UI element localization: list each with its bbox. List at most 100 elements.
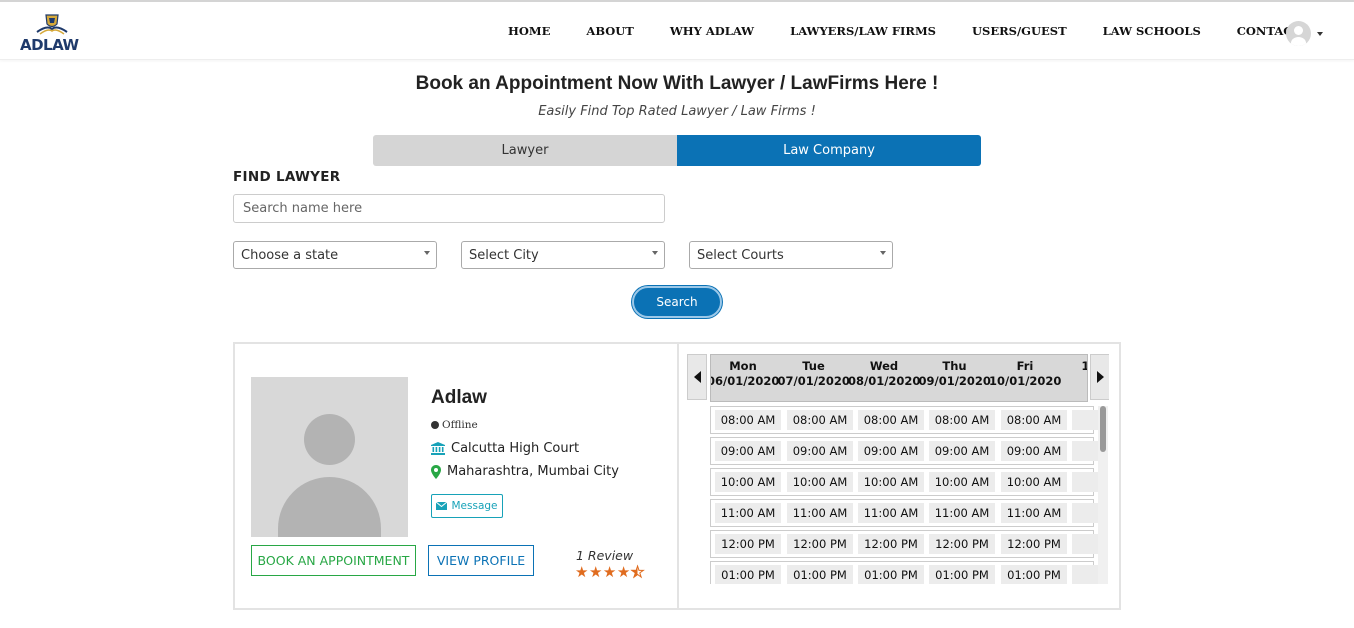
time-slot[interactable]: 12:00 PM [929, 534, 995, 554]
time-slot[interactable]: 01:00 PM [929, 565, 995, 584]
message-label: Message [451, 500, 498, 512]
nav-lawyers-law-firms[interactable]: LAWYERS/LAW FIRMS [790, 24, 936, 38]
find-lawyer-heading: FIND LAWYER [233, 169, 341, 185]
calendar-day-name: Fri [1016, 359, 1034, 373]
time-slot[interactable]: 10:00 AM [929, 472, 995, 492]
calendar-day-header: Tue 07/01/2020 [778, 359, 850, 389]
state-select[interactable]: Choose a state [233, 241, 437, 269]
time-slot[interactable]: 08 [1072, 410, 1098, 430]
time-slot-row: 11:00 AM 11:00 AM 11:00 AM 11:00 AM 11:00 AM… [710, 499, 1098, 527]
nav-why-adlaw[interactable]: WHY ADLAW [670, 24, 754, 38]
search-name-input[interactable] [233, 194, 665, 223]
time-slot[interactable]: 11:00 AM [1001, 503, 1067, 523]
time-slots-scrollbar[interactable] [1098, 406, 1108, 584]
time-slot[interactable]: 11:00 AM [929, 503, 995, 523]
map-marker-icon [431, 464, 441, 479]
calendar-day-date: 08/01/2020 [848, 374, 921, 388]
star-icon: ★ [575, 563, 589, 581]
time-slot[interactable]: 11:00 AM [715, 503, 781, 523]
calendar-day-header: Wed 08/01/2020 [848, 359, 920, 389]
time-slot[interactable]: 08:00 AM [929, 410, 995, 430]
city-select-value: Select City [469, 247, 539, 263]
calendar-prev-button[interactable] [687, 354, 707, 400]
court-text: Calcutta High Court [451, 441, 580, 456]
time-slot[interactable]: 12:00 PM [858, 534, 924, 554]
calendar-day-date: 09/01/2020 [918, 374, 991, 388]
calendar-day-header: Thu 09/01/2020 [919, 359, 991, 389]
location-text: Maharashtra, Mumbai City [447, 464, 619, 479]
time-slot[interactable]: 09:00 AM [858, 441, 924, 461]
time-slot[interactable]: 10 [1072, 472, 1098, 492]
nav-users-guest[interactable]: USERS/GUEST [972, 24, 1067, 38]
appointment-calendar: Mon 06/01/2020 Tue 07/01/2020 Wed 08/01/2020 T… [687, 354, 1109, 584]
time-slot[interactable]: 12:00 PM [715, 534, 781, 554]
time-slot[interactable]: 01:00 PM [858, 565, 924, 584]
status-indicator: Offline [431, 419, 478, 431]
scroll-thumb[interactable] [1100, 406, 1106, 452]
adlaw-logo[interactable]: ADLAW [20, 12, 84, 54]
time-slot[interactable]: 08:00 AM [715, 410, 781, 430]
time-slot[interactable]: 01:00 PM [715, 565, 781, 584]
time-slot[interactable]: 09 [1072, 441, 1098, 461]
chevron-down-icon [424, 251, 430, 255]
photo-placeholder-body [278, 477, 381, 537]
calendar-day-header: 11/0 [1060, 359, 1087, 374]
time-slot[interactable]: 12 [1072, 534, 1098, 554]
calendar-next-button[interactable] [1090, 354, 1109, 400]
courts-select-value: Select Courts [697, 247, 784, 263]
time-slot-row: 12:00 PM 12:00 PM 12:00 PM 12:00 PM 12:00 PM… [710, 530, 1098, 558]
search-button[interactable]: Search [632, 286, 722, 318]
city-select[interactable]: Select City [461, 241, 665, 269]
time-slot[interactable]: 11:00 AM [787, 503, 853, 523]
time-slot[interactable]: 10:00 AM [787, 472, 853, 492]
calendar-day-name: Thu [942, 359, 967, 373]
user-menu[interactable] [1286, 21, 1323, 46]
view-profile-button[interactable]: VIEW PROFILE [428, 545, 534, 576]
lawyer-name: Adlaw [431, 387, 487, 408]
photo-placeholder-head [304, 414, 355, 465]
envelope-icon [436, 502, 448, 510]
message-button[interactable]: Message [431, 494, 503, 518]
time-slot[interactable]: 01:00 PM [1001, 565, 1067, 584]
time-slot[interactable]: 12:00 PM [1001, 534, 1067, 554]
lawyer-photo [251, 377, 408, 537]
book-appointment-button[interactable]: BOOK AN APPOINTMENT [251, 545, 416, 576]
logo-text: ADLAW [20, 36, 79, 54]
time-slot[interactable]: 11:00 AM [858, 503, 924, 523]
rating-stars: ★ ★ ★ ★ ★ [575, 563, 645, 581]
calendar-day-name: Mon [729, 359, 757, 373]
nav-home[interactable]: HOME [508, 24, 550, 38]
star-icon: ★ [602, 563, 617, 581]
time-slot[interactable]: 09:00 AM [715, 441, 781, 461]
chevron-down-icon [880, 251, 886, 255]
nav-about[interactable]: ABOUT [586, 24, 633, 38]
time-slot[interactable]: 08:00 AM [858, 410, 924, 430]
time-slot[interactable]: 12:00 PM [787, 534, 853, 554]
main-nav: HOME ABOUT WHY ADLAW LAWYERS/LAW FIRMS U… [490, 2, 1319, 60]
status-dot-icon [431, 421, 439, 429]
time-slot[interactable]: 08:00 AM [1001, 410, 1067, 430]
time-slot[interactable]: 09:00 AM [787, 441, 853, 461]
bank-icon [431, 442, 445, 455]
time-slot[interactable]: 10:00 AM [858, 472, 924, 492]
location-row: Maharashtra, Mumbai City [431, 464, 619, 479]
time-slot[interactable]: 10:00 AM [715, 472, 781, 492]
time-slot-row: 09:00 AM 09:00 AM 09:00 AM 09:00 AM 09:00 AM… [710, 437, 1098, 465]
tab-law-company[interactable]: Law Company [677, 135, 981, 166]
tab-lawyer[interactable]: Lawyer [373, 135, 677, 166]
star-icon: ★ [588, 563, 603, 581]
avatar [1286, 21, 1311, 46]
time-slot[interactable]: 09:00 AM [1001, 441, 1067, 461]
court-row: Calcutta High Court [431, 441, 579, 456]
calendar-day-header: Mon 06/01/2020 [711, 359, 779, 389]
time-slot[interactable]: 01:00 PM [787, 565, 853, 584]
time-slot[interactable]: 11 [1072, 503, 1098, 523]
star-icon: ★ [630, 563, 645, 581]
time-slot[interactable]: 10:00 AM [1001, 472, 1067, 492]
time-slot[interactable]: 08:00 AM [787, 410, 853, 430]
courts-select[interactable]: Select Courts [689, 241, 893, 269]
time-slot-row: 01:00 PM 01:00 PM 01:00 PM 01:00 PM 01:00 PM… [710, 561, 1098, 584]
nav-law-schools[interactable]: LAW SCHOOLS [1103, 24, 1201, 38]
time-slot[interactable]: 09:00 AM [929, 441, 995, 461]
time-slot[interactable]: 01 [1072, 565, 1098, 584]
